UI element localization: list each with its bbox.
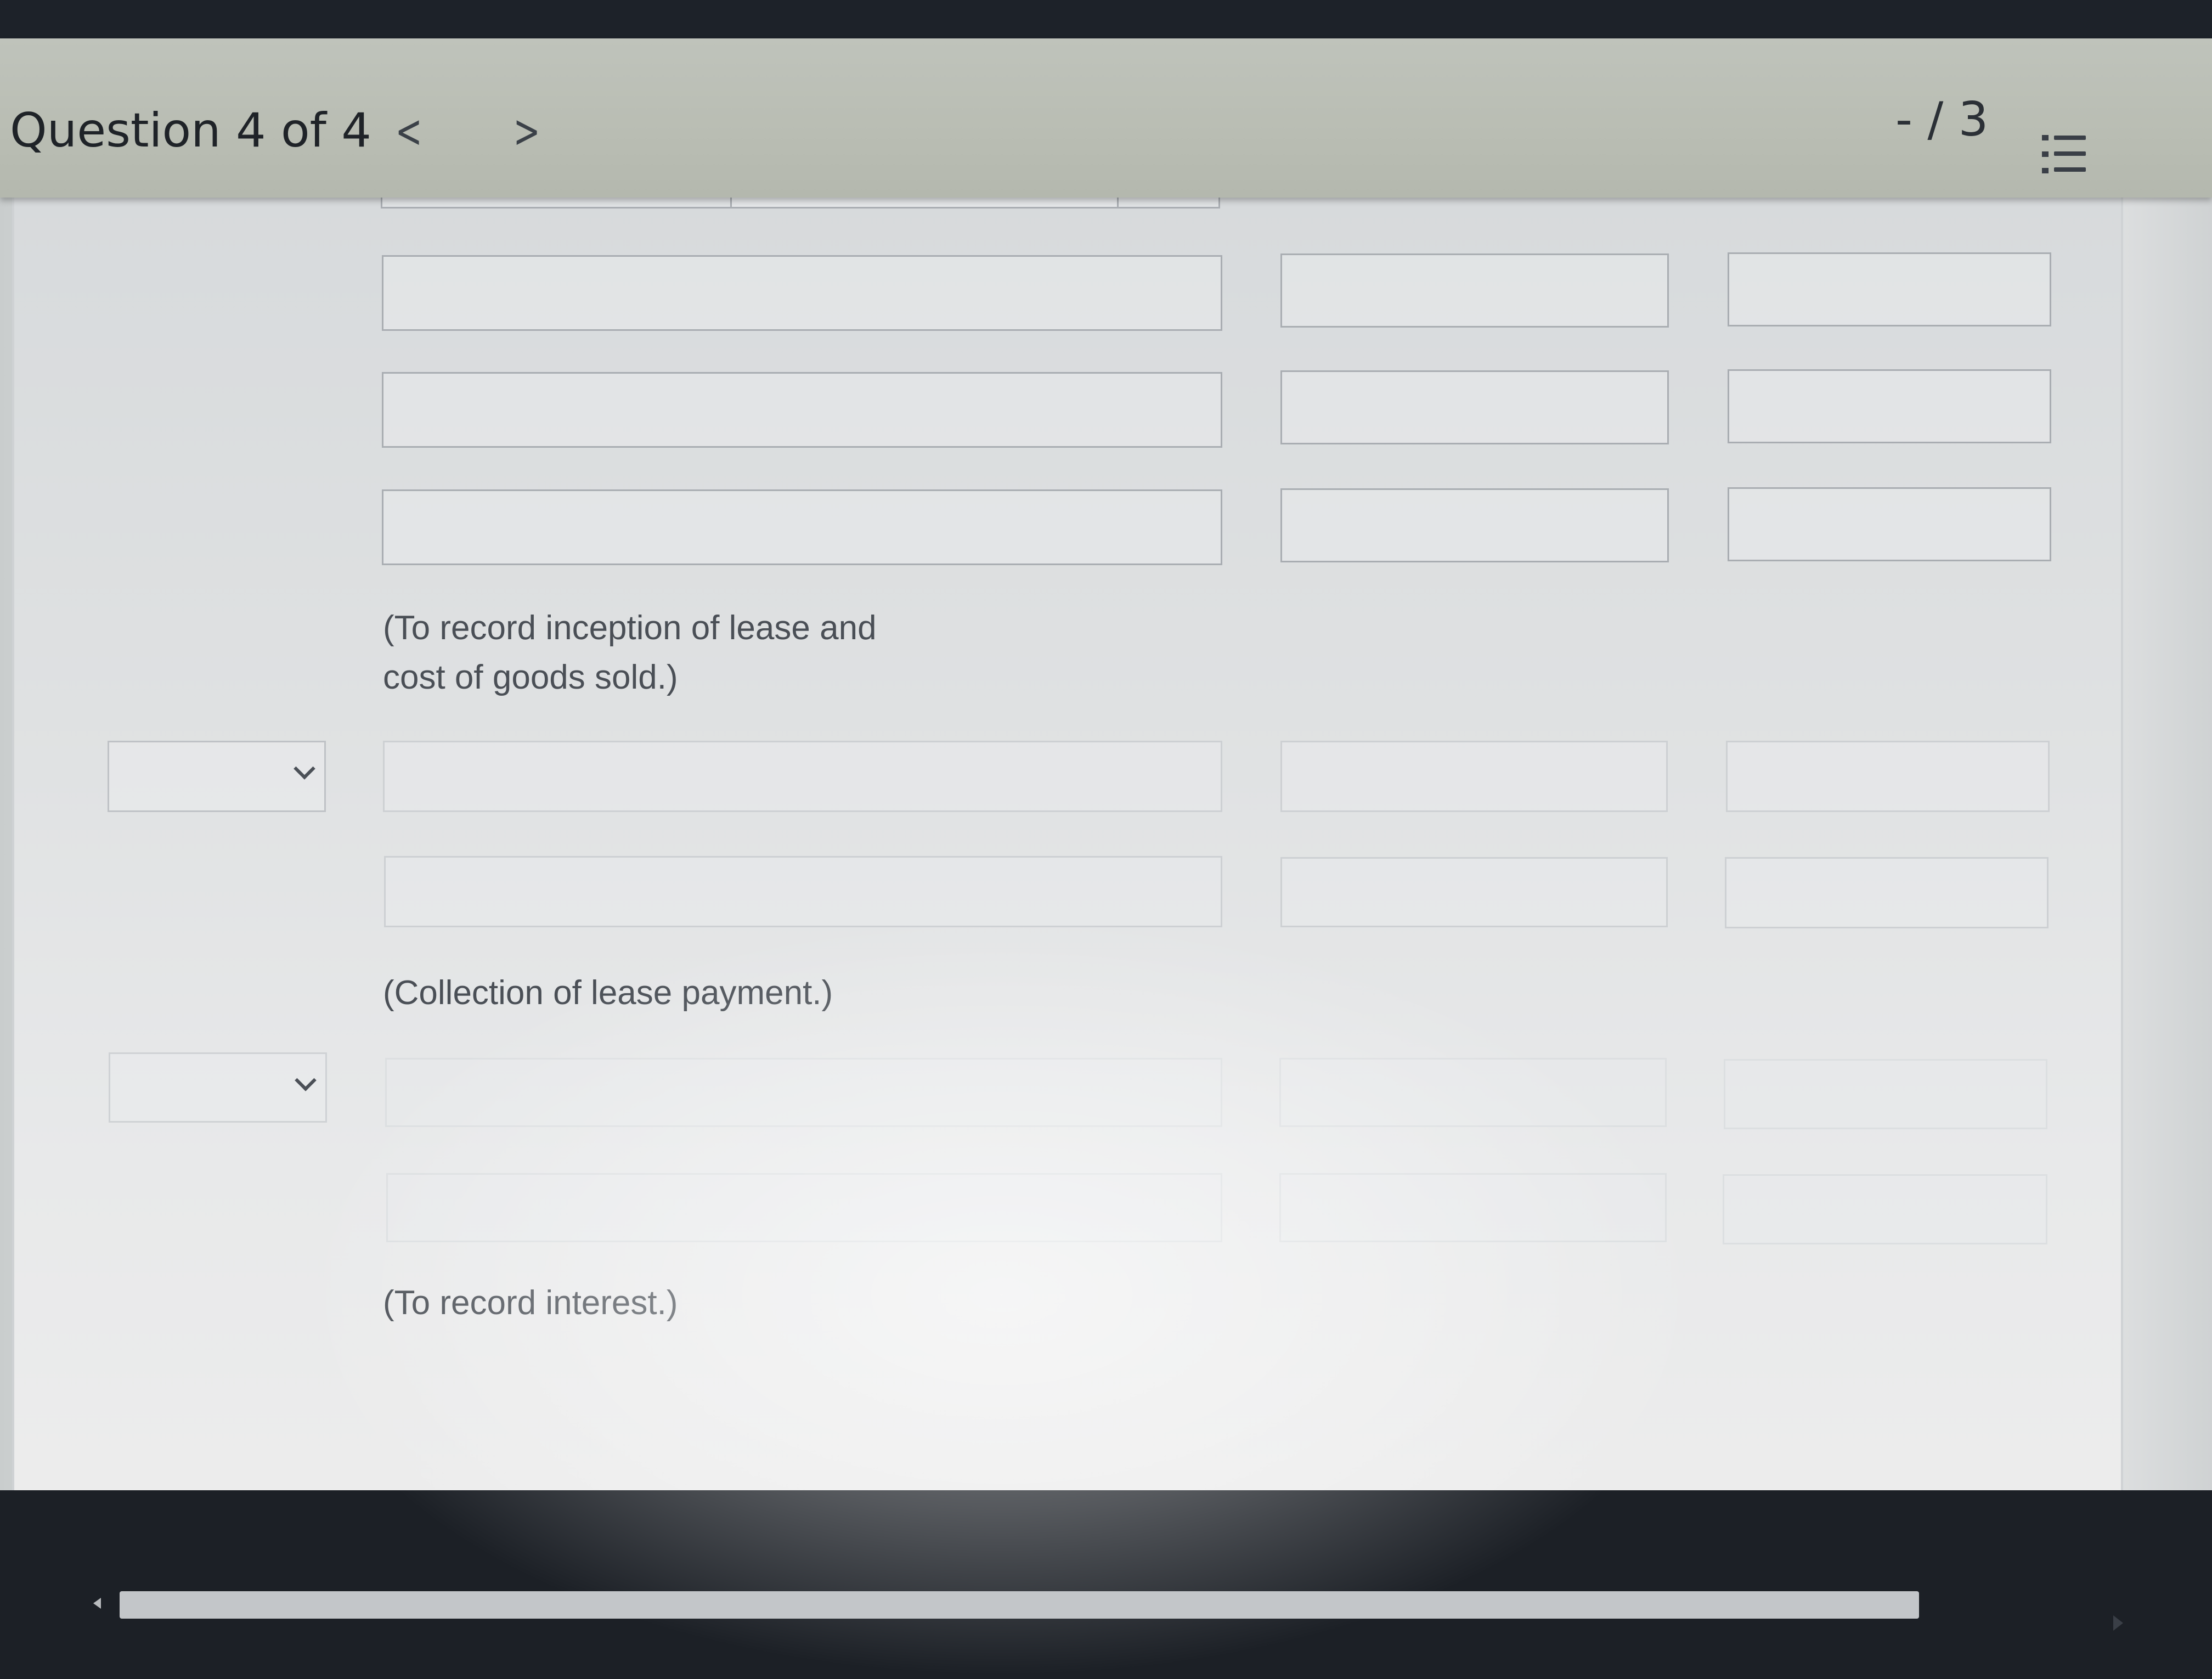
credit-field[interactable] xyxy=(1725,857,2049,928)
credit-field[interactable] xyxy=(1723,1174,2047,1244)
account-field[interactable] xyxy=(383,741,1222,812)
debit-field[interactable] xyxy=(1280,857,1668,927)
date-select[interactable] xyxy=(109,1052,327,1123)
debit-field[interactable] xyxy=(1279,1058,1667,1127)
credit-field[interactable] xyxy=(1724,1059,2047,1129)
debit-field[interactable] xyxy=(1280,370,1669,444)
question-score: - / 3 xyxy=(1895,92,1989,147)
horizontal-scrollbar[interactable] xyxy=(93,1591,2134,1631)
scroll-left-arrow-icon[interactable] xyxy=(93,1598,101,1609)
next-question-button[interactable]: > xyxy=(514,104,540,158)
account-field[interactable] xyxy=(385,1058,1222,1127)
account-field[interactable] xyxy=(384,856,1222,927)
credit-field[interactable] xyxy=(1728,369,2051,443)
account-field[interactable] xyxy=(382,489,1222,565)
question-counter: Question 4 of 4 xyxy=(10,103,371,158)
debit-field[interactable] xyxy=(1280,488,1669,562)
debit-field[interactable] xyxy=(1280,741,1668,812)
entry-description-inception: (To record inception of lease and cost o… xyxy=(383,609,877,696)
journal-entry-area: (To record inception of lease and cost o… xyxy=(0,187,2212,1679)
entry-description-interest: (To record interest.) xyxy=(383,1284,678,1322)
account-field[interactable] xyxy=(382,372,1222,448)
credit-field[interactable] xyxy=(1726,741,2050,812)
account-field[interactable] xyxy=(382,255,1222,331)
account-field[interactable] xyxy=(386,1173,1222,1242)
numbered-list-icon[interactable] xyxy=(2042,135,2087,173)
journal-entry-panel: (To record inception of lease and cost o… xyxy=(12,187,2123,1679)
debit-field[interactable] xyxy=(1279,1173,1667,1242)
scrollbar-thumb[interactable] xyxy=(120,1591,1919,1619)
scroll-right-arrow-icon[interactable] xyxy=(2113,1615,2123,1631)
window-top-bar xyxy=(0,0,2212,38)
debit-field[interactable] xyxy=(1280,253,1669,328)
question-header: Question 4 of 4 < > - / 3 xyxy=(0,38,2212,198)
previous-question-button[interactable]: < xyxy=(396,104,422,158)
date-select[interactable] xyxy=(108,741,326,812)
credit-field[interactable] xyxy=(1728,252,2051,326)
chevron-down-icon xyxy=(294,758,315,780)
chevron-down-icon xyxy=(295,1069,317,1091)
credit-field[interactable] xyxy=(1728,487,2051,561)
entry-description-collection: (Collection of lease payment.) xyxy=(383,974,833,1012)
